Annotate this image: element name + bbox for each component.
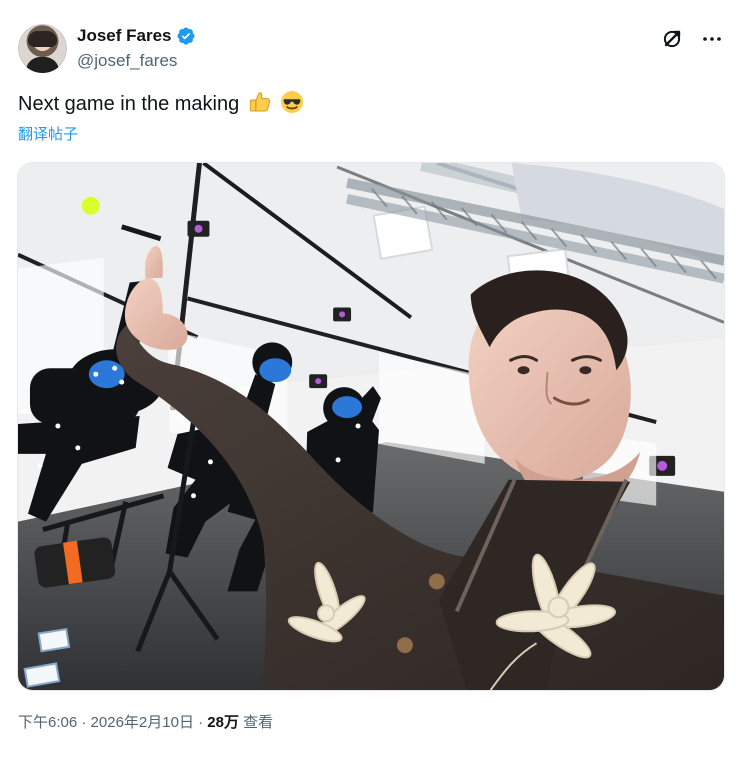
verified-badge-icon [176,26,196,46]
user-handle[interactable]: @josef_fares [77,51,377,71]
tweet-photo[interactable] [17,162,725,691]
view-count: 28万 [207,714,239,731]
tweet-text-content: Next game in the making [18,93,240,115]
display-name[interactable]: Josef Fares [77,26,172,46]
views-label: 查看 [238,714,274,731]
tweet-meta: 下午6:06 · 2026年2月10日 · 28万 查看 [18,713,273,733]
user-info: Josef Fares @josef_fares [77,25,377,71]
separator-dot: · [77,714,91,731]
thumbs-up-icon [248,90,272,123]
tweet-actions-top [659,26,725,52]
tweet-text: Next game in the making [18,89,304,123]
avatar[interactable] [18,24,67,73]
grok-icon[interactable] [659,26,685,52]
sunglasses-face-icon [280,90,304,123]
post-date[interactable]: 2026年2月10日 [91,714,194,731]
post-time[interactable]: 下午6:06 [18,714,77,731]
separator-dot: · [193,714,208,731]
translate-post-link[interactable]: 翻译帖子 [18,125,78,145]
tweet-card: Josef Fares @josef_fares Next game in th… [0,0,743,758]
tweet-header: Josef Fares @josef_fares [18,16,725,76]
more-options-icon[interactable] [699,26,725,52]
name-row: Josef Fares [77,25,377,47]
